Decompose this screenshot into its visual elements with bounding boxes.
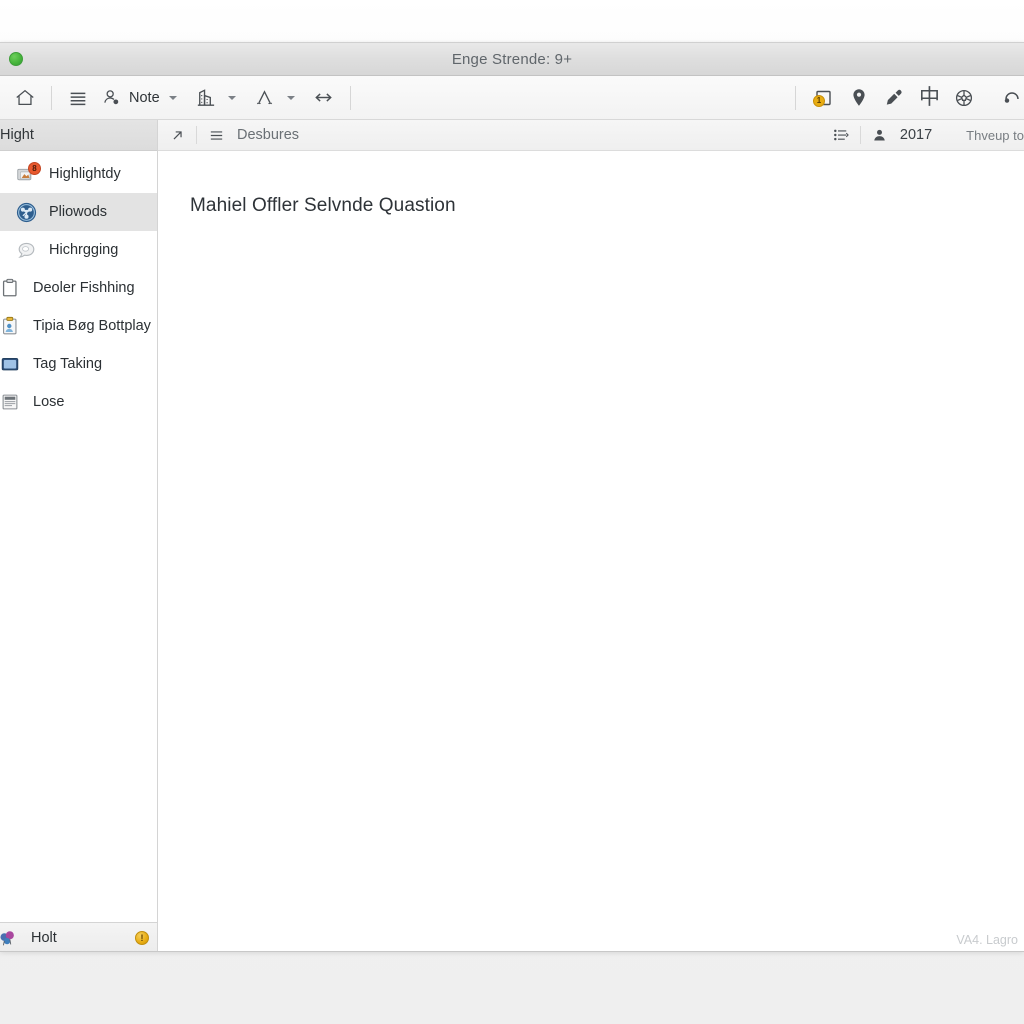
document-footer-note: VA4. Lagro [956,933,1018,947]
network-circle-icon [12,201,40,224]
content-header-divider-2 [859,126,861,144]
note-label: Note [129,89,160,106]
person-search-icon [101,87,123,109]
window-title: Enge Strende: 9+ [451,50,573,68]
blue-screen-icon [0,353,24,375]
chart-building-icon[interactable] [188,82,223,114]
note-chevron-down-icon[interactable] [168,95,177,100]
sidebar: Hight 8 Highlightdy Pliowods Hichrgging … [0,120,158,951]
text-chevron-down-icon[interactable] [286,95,295,100]
toolbar-divider-2 [349,85,351,110]
sidebar-item-deoler-fishhing[interactable]: Deoler Fishhing [0,269,157,307]
sidebar-header: Hight [0,120,157,151]
sidebar-footer[interactable]: Holt ! [0,922,157,951]
content-header-tail-text: Thveup to [966,127,1024,143]
sidebar-badge-count: 8 [28,161,41,175]
sidebar-item-highlightdy[interactable]: 8 Highlightdy [0,155,157,193]
ordered-list-icon[interactable] [828,122,854,148]
toolbar: Note 1 中 [0,76,1024,120]
document-heading: Mahiel Offler Selvnde Quastion [190,195,456,216]
toolbar-divider-1 [51,85,52,110]
content-header-title: Desbures [237,127,300,143]
content-header-year: 2017 [899,127,933,143]
speech-bubble-icon [12,239,40,262]
colorful-balloons-icon [0,927,22,949]
list-lines-icon[interactable] [61,82,95,114]
toolbar-left-group: Note [0,82,360,114]
sidebar-footer-badge[interactable]: ! [135,931,149,945]
marker-pen-icon[interactable] [877,82,913,114]
diagonal-arrow-icon[interactable] [164,122,190,148]
document-lines-icon [0,391,24,413]
hamburger-icon[interactable] [203,122,229,148]
partial-cut-icon[interactable] [982,82,1024,114]
content-header: Desbures 2017 Thveup to [158,120,1024,151]
desktop-background: Enge Strende: 9+ Note 1 中 Hight 8 Highli… [0,0,1024,1024]
sidebar-item-pliowods[interactable]: Pliowods [0,193,157,231]
card-badge-icon: 8 [12,161,41,185]
sidebar-item-label: Deoler Fishhing [33,280,135,296]
sidebar-item-hichrgging[interactable]: Hichrgging [0,231,157,269]
note-button[interactable]: Note [95,82,164,114]
title-bar: Enge Strende: 9+ [0,43,1024,76]
cjk-character-icon[interactable]: 中 [913,82,946,114]
sidebar-item-label: Lose [33,394,65,410]
sidebar-item-tipia-bog-bottplay[interactable]: Tipia Bøg Bottplay [0,307,157,345]
clipboard-icon [0,277,24,299]
sidebar-item-label: Hichrgging [49,242,119,258]
toolbar-divider-3 [795,85,796,110]
sidebar-item-label: Pliowods [49,204,108,220]
sidebar-item-label: Tag Taking [33,356,103,372]
toolbar-right-group: 1 中 [786,76,1024,119]
content-header-right: 2017 Thveup to [828,122,1024,148]
application-window: Enge Strende: 9+ Note 1 中 Hight 8 Highli… [0,42,1024,952]
chart-chevron-down-icon[interactable] [227,95,236,100]
map-pin-icon[interactable] [841,82,877,114]
content-header-divider [196,126,197,144]
sidebar-footer-label: Holt [31,930,57,946]
person-icon[interactable] [867,122,893,148]
sidebar-list: 8 Highlightdy Pliowods Hichrgging Deoler… [0,151,157,922]
text-format-a-icon[interactable] [247,82,282,114]
sidebar-item-label: Highlightdy [49,166,121,182]
window-badge-count: 1 [813,94,825,107]
sidebar-item-label: Tipia Bøg Bottplay [33,318,151,334]
double-arrow-icon[interactable] [306,82,341,114]
sidebar-item-lose[interactable]: Lose [0,383,157,421]
sidebar-item-tag-taking[interactable]: Tag Taking [0,345,157,383]
flower-web-icon[interactable] [946,82,982,114]
window-badge-icon[interactable]: 1 [805,82,841,114]
home-icon[interactable] [8,82,42,114]
content-pane: Desbures 2017 Thveup to Mahiel Offler Se… [158,120,1024,951]
document-canvas[interactable]: Mahiel Offler Selvnde Quastion VA4. Lagr… [158,151,1024,951]
clipboard-user-icon [0,315,24,337]
main-body: Hight 8 Highlightdy Pliowods Hichrgging … [0,120,1024,951]
